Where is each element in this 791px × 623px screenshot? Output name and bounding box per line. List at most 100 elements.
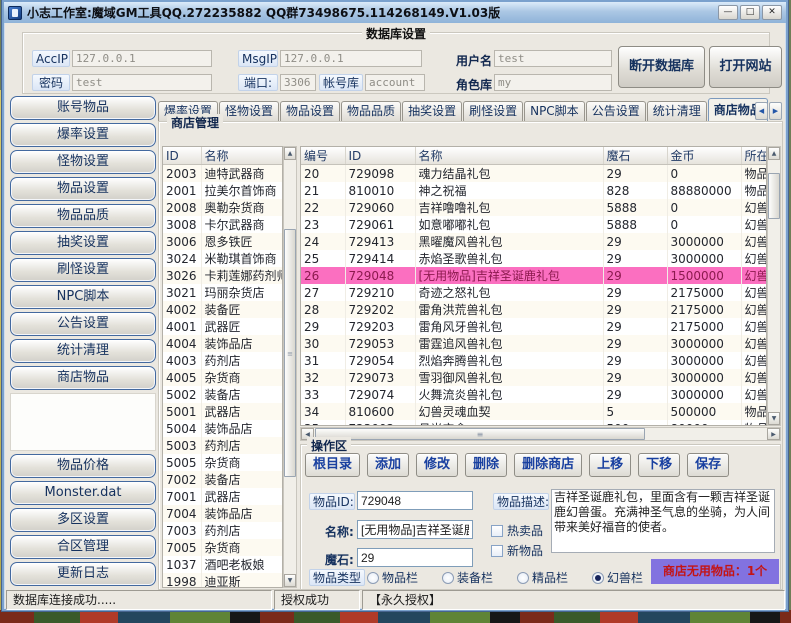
table-cell[interactable]: 1998 <box>163 573 201 588</box>
table-cell[interactable]: 幻兽 <box>741 369 767 386</box>
table-row[interactable]: 31729054烈焰奔腾兽礼包293000000幻兽 <box>301 352 767 369</box>
table-row[interactable]: 4005杂货商 <box>163 369 283 386</box>
table-cell[interactable]: 杂货商 <box>201 454 283 471</box>
table-row[interactable]: 5005杂货商 <box>163 454 283 471</box>
tab[interactable]: 物品品质 <box>341 101 401 121</box>
table-cell[interactable]: 药剂店 <box>201 437 283 454</box>
operation-button[interactable]: 下移 <box>638 453 680 477</box>
sidebar-button[interactable]: 爆率设置 <box>10 123 156 147</box>
table-cell[interactable]: 29 <box>603 369 667 386</box>
column-header[interactable]: 魔石 <box>603 147 667 165</box>
table-row[interactable]: 3006恩多铁匠 <box>163 233 283 250</box>
column-header[interactable]: ID <box>345 147 415 165</box>
table-row[interactable]: 4004装饰品店 <box>163 335 283 352</box>
table-row[interactable]: 3024米勒琪首饰商 <box>163 250 283 267</box>
table-cell[interactable]: 21 <box>301 182 345 199</box>
scroll-up-icon[interactable]: ▲ <box>768 147 780 160</box>
open-website-button[interactable]: 打开网站 <box>709 46 782 88</box>
table-row[interactable]: 2003迪特武器商 <box>163 165 283 183</box>
table-cell[interactable]: 29 <box>603 165 667 183</box>
table-cell[interactable]: 武器店 <box>201 488 283 505</box>
table-row[interactable]: 3008卡尔武器商 <box>163 216 283 233</box>
table-cell[interactable]: 729414 <box>345 250 415 267</box>
table-cell[interactable]: 物品 <box>741 165 767 183</box>
item-type-option[interactable]: 幻兽栏 <box>592 569 643 586</box>
item-list-scrollbar[interactable]: ▲ ▼ <box>767 146 781 426</box>
column-header[interactable]: 名称 <box>201 147 283 165</box>
column-header[interactable]: 金币 <box>667 147 741 165</box>
table-cell[interactable]: 29 <box>603 386 667 403</box>
item-list-hscrollbar[interactable]: ◀ ≡ ▶ <box>300 427 781 441</box>
table-cell[interactable]: 810010 <box>345 182 415 199</box>
radio-icon[interactable] <box>592 572 604 584</box>
table-cell[interactable]: 米勒琪首饰商 <box>201 250 283 267</box>
scroll-thumb[interactable]: ≡ <box>315 428 645 440</box>
table-cell[interactable]: 黑曜魔风兽礼包 <box>415 233 603 250</box>
table-cell[interactable]: 2003 <box>163 165 201 183</box>
table-cell[interactable]: 5005 <box>163 454 201 471</box>
table-cell[interactable]: 3024 <box>163 250 201 267</box>
sidebar-button[interactable]: 物品品质 <box>10 204 156 228</box>
table-cell[interactable]: 3026 <box>163 267 201 284</box>
table-cell[interactable]: 玛丽杂货店 <box>201 284 283 301</box>
table-cell[interactable]: 5 <box>603 403 667 420</box>
table-cell[interactable]: 3008 <box>163 216 201 233</box>
table-cell[interactable]: 35 <box>301 420 345 426</box>
sidebar-button[interactable]: 公告设置 <box>10 312 156 336</box>
radio-icon[interactable] <box>367 572 379 584</box>
table-cell[interactable]: 4002 <box>163 301 201 318</box>
operation-button[interactable]: 保存 <box>687 453 729 477</box>
table-cell[interactable]: 雷角风牙兽礼包 <box>415 318 603 335</box>
table-cell[interactable]: 3000000 <box>667 233 741 250</box>
sidebar-button[interactable]: 商店物品 <box>10 366 156 390</box>
table-cell[interactable]: 729413 <box>345 233 415 250</box>
table-cell[interactable]: 729060 <box>345 199 415 216</box>
table-cell[interactable]: 29 <box>603 318 667 335</box>
scroll-thumb[interactable] <box>768 173 780 219</box>
operation-button[interactable]: 删除 <box>465 453 507 477</box>
table-row[interactable]: 22729060吉祥噜噜礼包58880幻兽 <box>301 199 767 216</box>
table-cell[interactable]: 卡尔武器商 <box>201 216 283 233</box>
table-cell[interactable]: 雷角洪荒兽礼包 <box>415 301 603 318</box>
table-cell[interactable]: 500000 <box>667 403 741 420</box>
table-cell[interactable]: 2008 <box>163 199 201 216</box>
table-cell[interactable]: 3000000 <box>667 369 741 386</box>
table-cell[interactable]: 7002 <box>163 471 201 488</box>
table-row[interactable]: 4001武器匠 <box>163 318 283 335</box>
table-cell[interactable]: 月光宝盒 <box>415 420 603 426</box>
table-row[interactable]: 35723002月光宝盒50080000物品 <box>301 420 767 426</box>
table-cell[interactable]: 卡莉莲娜药剂师 <box>201 267 283 284</box>
table-cell[interactable]: 物品 <box>741 403 767 420</box>
table-cell[interactable]: 幻兽 <box>741 335 767 352</box>
table-cell[interactable]: 27 <box>301 284 345 301</box>
table-row[interactable]: 7005杂货商 <box>163 539 283 556</box>
item-desc-textarea[interactable]: 吉祥圣诞鹿礼包，里面含有一颗吉祥圣诞鹿幻兽蛋。充满神圣气息的坐骑，为人间带来美好… <box>551 489 775 553</box>
table-cell[interactable]: 3000000 <box>667 335 741 352</box>
table-cell[interactable]: 2001 <box>163 182 201 199</box>
table-row[interactable]: 4003药剂店 <box>163 352 283 369</box>
account-db-input[interactable] <box>365 74 425 91</box>
table-cell[interactable]: 5004 <box>163 420 201 437</box>
operation-button[interactable]: 根目录 <box>305 453 360 477</box>
table-cell[interactable]: 0 <box>667 199 741 216</box>
table-cell[interactable]: 729073 <box>345 369 415 386</box>
sidebar-button[interactable]: 刷怪设置 <box>10 258 156 282</box>
table-cell[interactable]: 25 <box>301 250 345 267</box>
table-cell[interactable]: 33 <box>301 386 345 403</box>
sidebar-button[interactable]: 更新日志 <box>10 562 156 586</box>
sidebar-button[interactable]: NPC脚本 <box>10 285 156 309</box>
table-cell[interactable]: 雪羽御风兽礼包 <box>415 369 603 386</box>
tab[interactable]: 公告设置 <box>586 101 646 121</box>
table-cell[interactable]: 迪特武器商 <box>201 165 283 183</box>
table-row[interactable]: 23729061如意嘟嘟礼包58880幻兽 <box>301 216 767 233</box>
table-cell[interactable]: [无用物品]吉祥圣诞鹿礼包 <box>415 267 603 284</box>
sidebar-button[interactable]: 统计清理 <box>10 339 156 363</box>
item-type-option[interactable]: 物品栏 <box>367 569 418 586</box>
table-cell[interactable]: 幻兽 <box>741 318 767 335</box>
table-cell[interactable]: 29 <box>301 318 345 335</box>
table-cell[interactable]: 幻兽 <box>741 301 767 318</box>
table-cell[interactable]: 装饰品店 <box>201 505 283 522</box>
table-cell[interactable]: 810600 <box>345 403 415 420</box>
table-cell[interactable]: 29 <box>603 233 667 250</box>
table-cell[interactable]: 武器匠 <box>201 318 283 335</box>
